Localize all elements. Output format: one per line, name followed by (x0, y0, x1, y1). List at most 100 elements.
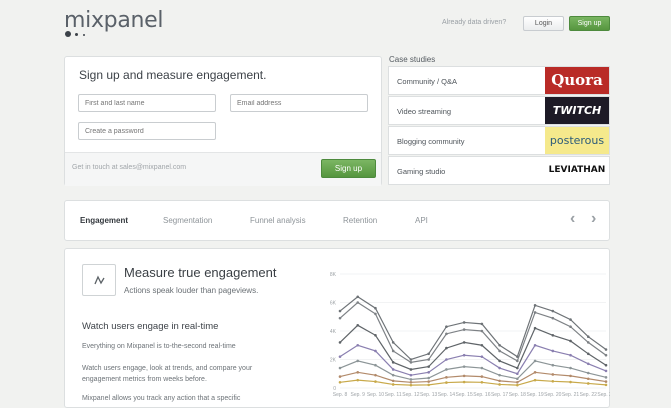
chevron-right-icon[interactable]: › (591, 210, 596, 228)
login-button[interactable]: Login (523, 16, 564, 31)
chart-x-tick-label: Sep. 8 (333, 392, 348, 398)
chart-point (462, 321, 466, 324)
chart-series-line (339, 371, 607, 383)
chart-point (586, 335, 590, 338)
chart-point (480, 343, 484, 347)
chart-x-tick-label: Sep. 14 (438, 392, 455, 398)
chart-point (604, 383, 608, 387)
chart-point (445, 358, 448, 361)
chart-point (551, 380, 555, 383)
case-study-posterous[interactable]: Blogging community posterous (388, 126, 610, 155)
chart-point (586, 382, 590, 385)
case-study-label: Blogging community (397, 137, 465, 146)
chart-point (480, 375, 484, 378)
chart-point (604, 348, 608, 351)
chart-point (391, 379, 395, 383)
password-input[interactable] (78, 122, 216, 140)
chart-point (498, 379, 501, 383)
case-study-quora[interactable]: Community / Q&A Quora (388, 66, 610, 95)
chart-y-tick-label: 4K (330, 329, 337, 335)
chart-point (551, 309, 555, 313)
chart-point (409, 368, 413, 371)
section-heading: Watch users engage in real-time (82, 321, 219, 332)
chart-point (533, 359, 537, 363)
chart-point (569, 366, 572, 370)
chart-point (498, 366, 501, 370)
chart-x-tick-label: Sep. 13 (420, 392, 437, 398)
chart-x-tick-label: Sep. 22 (580, 392, 597, 398)
chart-point (462, 365, 466, 368)
trend-line-icon (82, 264, 116, 296)
chart-point (533, 378, 537, 382)
chart-point (445, 368, 448, 371)
feature-subtitle: Actions speak louder than pageviews. (124, 286, 259, 295)
chart-point (338, 341, 342, 344)
tab-segmentation[interactable]: Segmentation (163, 216, 212, 225)
chart-point (586, 371, 590, 375)
chart-point (374, 373, 377, 377)
chart-point (445, 381, 448, 384)
signup-button[interactable]: Sign up (321, 159, 376, 178)
chart-point (391, 383, 395, 386)
name-input[interactable] (78, 94, 216, 112)
chart-point (374, 380, 377, 383)
chart-point (516, 377, 519, 381)
chart-point (551, 316, 555, 320)
mixpanel-logo[interactable]: mixpanel (64, 8, 164, 33)
chart-point (533, 304, 537, 307)
chart-point (480, 355, 484, 358)
chart-point (569, 353, 572, 357)
chart-x-tick-label: Sep. 12 (402, 392, 419, 398)
chart-point (427, 371, 430, 374)
posterous-logo: posterous (545, 127, 609, 154)
chart-point (356, 301, 360, 304)
chart-point (391, 373, 395, 377)
chevron-left-icon[interactable]: ‹ (570, 210, 575, 228)
chart-x-tick-label: Sep. 16 (473, 392, 490, 398)
chart-point (498, 343, 501, 347)
chart-point (374, 363, 377, 367)
chart-point (569, 318, 572, 321)
chart-series-line (339, 301, 607, 363)
chart-point (551, 349, 555, 353)
chart-point (498, 373, 501, 377)
engagement-line-chart: 02K4K6K8KSep. 8 Sep. 9 Sep. 10 Sep. 11 Sep. … (330, 272, 610, 398)
chart-point (427, 380, 430, 383)
chart-point (427, 365, 430, 368)
chart-point (516, 381, 519, 384)
chart-x-tick-label: Sep. 10 (367, 392, 384, 398)
chart-x-tick-label: Sep. 20 (544, 392, 561, 398)
email-input[interactable] (230, 94, 368, 112)
chart-point (391, 341, 395, 344)
chart-point (374, 312, 377, 316)
chart-point (338, 355, 342, 358)
case-studies-title: Case studies (389, 55, 436, 64)
chart-point (338, 375, 342, 378)
chart-point (480, 322, 484, 326)
header-signup-button[interactable]: Sign up (569, 16, 610, 31)
chart-point (533, 311, 537, 314)
contact-sales-text[interactable]: Get in touch at sales@mixpanel.com (72, 164, 186, 171)
chart-point (533, 343, 537, 347)
case-study-leviathan[interactable]: Gaming studio LEVIATHAN (388, 156, 610, 185)
chart-point (391, 349, 395, 353)
tab-funnel-analysis[interactable]: Funnel analysis (250, 216, 306, 225)
chart-x-tick-label: Sep. 23 (597, 392, 610, 398)
chart-point (498, 383, 501, 386)
chart-x-tick-label: Sep. 11 (385, 392, 402, 398)
case-study-twitch[interactable]: Video streaming TWITCH (388, 96, 610, 125)
case-study-label: Community / Q&A (397, 77, 458, 86)
chart-point (586, 377, 590, 381)
chart-point (586, 362, 590, 366)
chart-point (427, 383, 430, 387)
tab-retention[interactable]: Retention (343, 216, 377, 225)
chart-x-tick-label: Sep. 19 (526, 392, 543, 398)
chart-point (374, 306, 377, 310)
feature-paragraph: Watch users engage, look at trends, and … (82, 365, 253, 383)
chart-point (374, 333, 377, 337)
leviathan-logo: LEVIATHAN (545, 157, 609, 184)
chart-point (338, 381, 342, 384)
chart-point (391, 361, 395, 364)
tab-engagement[interactable]: Engagement (80, 216, 128, 225)
tab-api[interactable]: API (415, 216, 428, 225)
